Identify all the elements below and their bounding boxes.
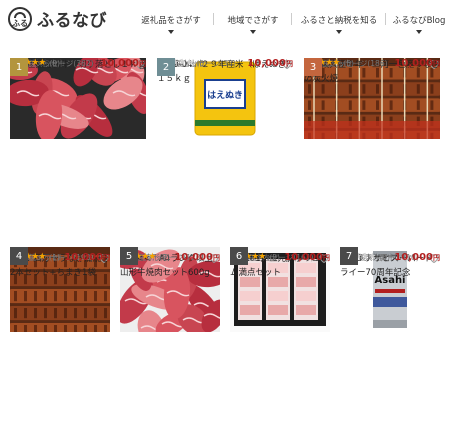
- logo-mark-icon: ふる: [8, 6, 32, 31]
- product-price: 10,000円: [247, 58, 293, 69]
- price-unit: 円: [213, 254, 220, 262]
- rank-badge: 4: [10, 247, 28, 265]
- price-unit: 円: [433, 254, 440, 262]
- caret-down-icon: [250, 30, 256, 34]
- logo-mark-text: ふる: [12, 18, 28, 28]
- nav-label: 返礼品をさがす: [141, 16, 201, 26]
- support-messages-count: (362): [73, 59, 94, 68]
- caret-down-icon: [416, 30, 422, 34]
- product-price: 10,000円: [394, 58, 440, 69]
- rank-badge: 6: [230, 247, 248, 265]
- rank-badge: 3: [304, 58, 322, 76]
- caret-down-icon: [168, 30, 174, 34]
- product-price: 10,000円: [394, 252, 440, 263]
- product-price: 10,000円: [100, 58, 146, 69]
- nav-search-region[interactable]: 地域でさがす: [214, 0, 292, 40]
- nav-label: ふるなびBlog: [392, 16, 446, 26]
- rank-badge: 1: [10, 58, 28, 76]
- price-value: 10,000: [247, 58, 286, 69]
- nav-label: ふるさと納税を知る: [300, 16, 378, 26]
- support-messages-count: (33): [220, 59, 236, 68]
- price-unit: 円: [433, 60, 440, 68]
- review-count: (1): [49, 252, 60, 262]
- review-count: (0): [196, 58, 207, 68]
- price-value: 10,000: [284, 252, 323, 263]
- product-price: 10,000円: [284, 252, 330, 263]
- site-logo[interactable]: ふる ふるなび: [8, 6, 107, 31]
- review-count: (7): [159, 252, 170, 262]
- product-price: 10,000円: [174, 252, 220, 263]
- rank-badge: 7: [340, 247, 358, 265]
- price-value: 10,000: [394, 252, 433, 263]
- price-unit: 円: [139, 60, 146, 68]
- main-nav: 返礼品をさがす 地域でさがす ふるさと納税を知る ふるなびBlog: [128, 0, 452, 40]
- logo-text: ふるなび: [37, 11, 107, 31]
- price-unit: 円: [103, 254, 110, 262]
- review-count: (9): [49, 58, 60, 68]
- rank-badge: 5: [120, 247, 138, 265]
- product-price: 10,000円: [64, 252, 110, 263]
- price-value: 10,000: [100, 58, 139, 69]
- price-unit: 円: [286, 60, 293, 68]
- caret-down-icon: [336, 30, 342, 34]
- nav-label: 地域でさがす: [227, 16, 279, 26]
- rank-badge: 2: [157, 58, 175, 76]
- price-unit: 円: [323, 254, 330, 262]
- review-count: (5): [343, 58, 354, 68]
- nav-blog[interactable]: ふるなびBlog: [386, 0, 452, 40]
- svg-text:はえぬき: はえぬき: [207, 90, 243, 101]
- site-header: ふる ふるなび 返礼品をさがす 地域でさがす ふるさと納税を知る ふるなびBlo…: [0, 0, 452, 40]
- price-value: 10,000: [64, 252, 103, 263]
- review-count: (0): [379, 252, 390, 262]
- nav-learn[interactable]: ふるさと納税を知る: [292, 0, 386, 40]
- price-value: 10,000: [174, 252, 213, 263]
- review-count: (2): [269, 252, 280, 262]
- price-value: 10,000: [394, 58, 433, 69]
- nav-search-items[interactable]: 返礼品をさがす: [128, 0, 214, 40]
- support-messages-count: (186): [367, 59, 388, 68]
